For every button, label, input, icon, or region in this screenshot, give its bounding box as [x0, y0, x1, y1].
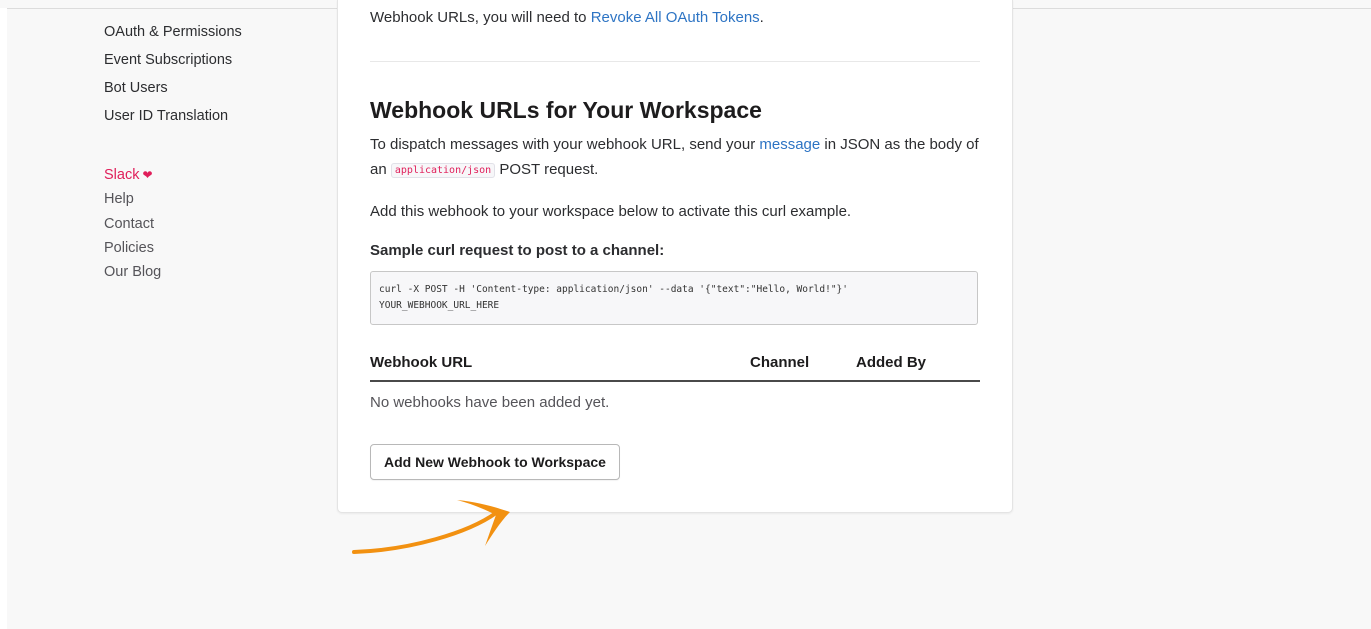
webhook-table: Webhook URL Channel Added By No webhooks…	[370, 344, 980, 411]
footer-link-blog[interactable]: Our Blog	[104, 260, 161, 284]
revoke-tokens-link[interactable]: Revoke All OAuth Tokens	[591, 9, 760, 26]
table-row: No webhooks have been added yet.	[370, 381, 980, 411]
column-added-by: Added By	[856, 344, 980, 382]
dispatch-description: To dispatch messages with your webhook U…	[370, 132, 979, 183]
column-channel: Channel	[750, 344, 856, 382]
sidebar: OAuth & Permissions Event Subscriptions …	[104, 18, 324, 280]
revoke-intro: Webhook URLs, you will need to Revoke Al…	[370, 7, 979, 29]
add-webhook-button[interactable]: Add New Webhook to Workspace	[370, 444, 620, 480]
footer-link-help[interactable]: Help	[104, 187, 161, 211]
arrow-annotation	[352, 500, 510, 554]
para1-text-a: To dispatch messages with your webhook U…	[370, 136, 756, 153]
curl-label: Sample curl request to post to a channel…	[370, 242, 665, 259]
intro-text: Webhook URLs, you will need to	[370, 9, 587, 26]
intro-period: .	[759, 9, 764, 26]
page-title: Webhook URLs for Your Workspace	[370, 97, 762, 123]
sidebar-item-oauth-permissions[interactable]: OAuth & Permissions	[104, 18, 324, 46]
inline-code: application/json	[390, 163, 496, 178]
empty-message: No webhooks have been added yet.	[370, 394, 610, 411]
left-edge	[0, 8, 7, 629]
table-header-row: Webhook URL Channel Added By	[370, 344, 980, 382]
sidebar-item-event-subscriptions[interactable]: Event Subscriptions	[104, 46, 324, 74]
footer-link-policies[interactable]: Policies	[104, 236, 161, 260]
sidebar-item-bot-users[interactable]: Bot Users	[104, 74, 324, 102]
sidebar-nav: OAuth & Permissions Event Subscriptions …	[104, 18, 324, 130]
activate-instructions: Add this webhook to your workspace below…	[370, 203, 852, 220]
curl-code-block: curl -X POST -H 'Content-type: applicati…	[370, 271, 978, 325]
section-divider	[370, 61, 980, 62]
footer-link-slack[interactable]: Slack ❤	[104, 163, 161, 187]
message-link[interactable]: message	[759, 136, 820, 153]
para1-text-c: POST request.	[499, 161, 599, 178]
footer-slack-label: Slack	[104, 167, 140, 183]
sidebar-item-user-id-translation[interactable]: User ID Translation	[104, 102, 324, 130]
webhook-card: Webhook URLs, you will need to Revoke Al…	[337, 0, 1013, 513]
footer-links: Slack ❤ Help Contact Policies Our Blog	[104, 163, 161, 284]
column-webhook-url: Webhook URL	[370, 344, 750, 382]
footer-link-contact[interactable]: Contact	[104, 212, 161, 236]
heart-icon: ❤	[142, 168, 153, 182]
